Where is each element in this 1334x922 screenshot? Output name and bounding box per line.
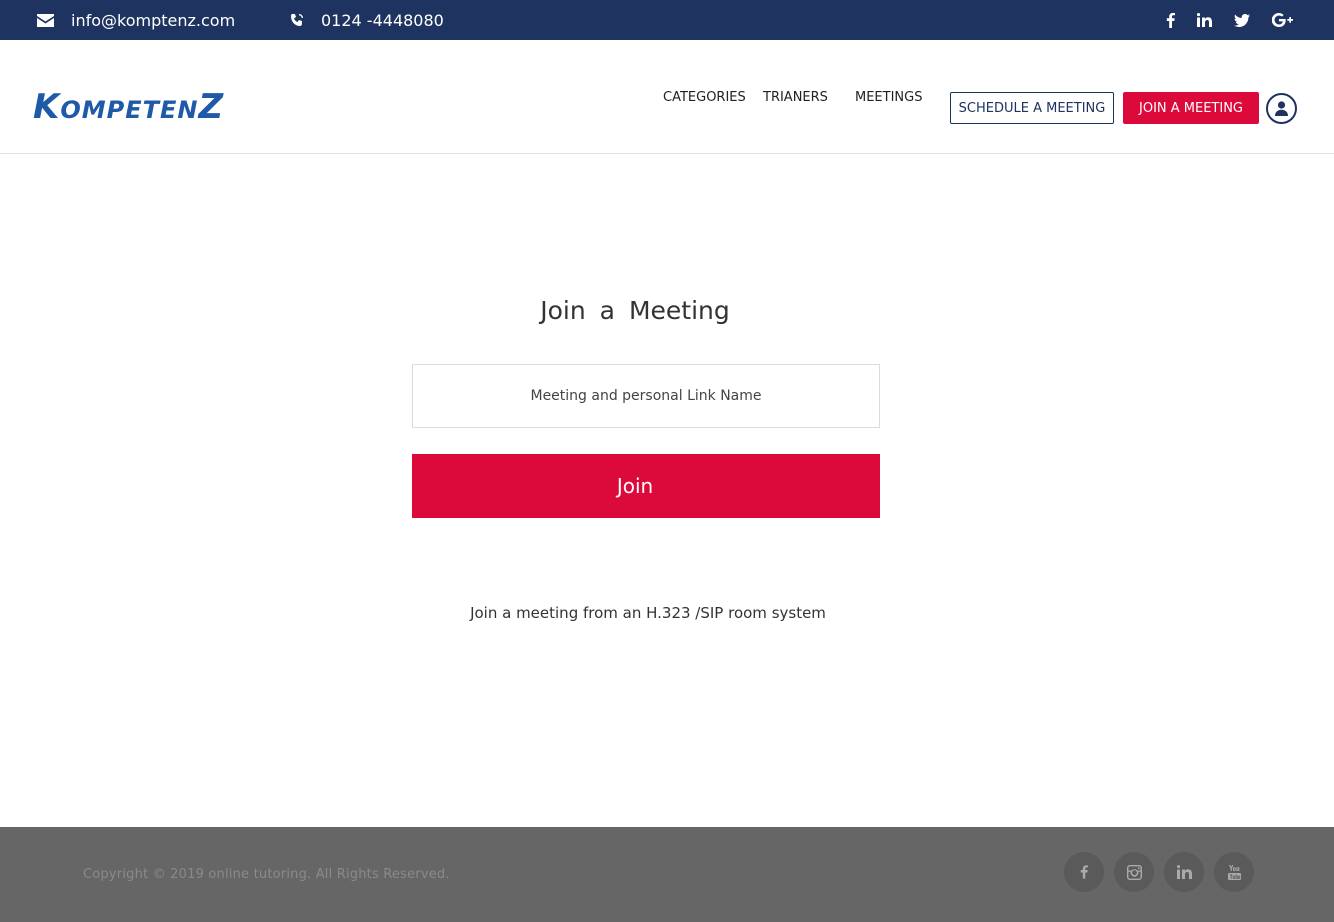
email-contact[interactable]: info@komptenz.com — [37, 0, 235, 40]
join-button[interactable]: Join — [412, 454, 880, 518]
top-social-links — [1144, 0, 1294, 40]
footer: Copyright © 2019 online tutoring. All Ri… — [0, 827, 1334, 922]
page-title: Join a Meeting — [540, 296, 730, 325]
footer-facebook-icon[interactable] — [1064, 852, 1104, 892]
join-meeting-button[interactable]: JOIN A MEETING — [1123, 92, 1259, 124]
kompetenz-logo[interactable]: KOMPETENZ — [33, 87, 239, 127]
email-text: info@komptenz.com — [71, 10, 236, 30]
footer-youtube-icon[interactable] — [1214, 852, 1254, 892]
nav-categories[interactable]: CATEGORIES — [663, 90, 746, 105]
phone-contact[interactable]: 0124 -4448080 — [290, 0, 444, 40]
google-plus-icon[interactable] — [1272, 13, 1294, 27]
main-header: KOMPETENZ CATEGORIES TRIANERS MEETINGS S… — [0, 40, 1334, 154]
schedule-meeting-button[interactable]: SCHEDULE A MEETING — [950, 92, 1114, 124]
footer-linkedin-icon[interactable] — [1164, 852, 1204, 892]
copyright-text: Copyright © 2019 online tutoring. All Ri… — [83, 867, 450, 882]
twitter-icon[interactable] — [1234, 13, 1250, 27]
envelope-icon — [37, 13, 54, 27]
room-system-link[interactable]: Join a meeting from an H.323 /SIP room s… — [0, 604, 1296, 622]
nav-trainers[interactable]: TRIANERS — [763, 90, 828, 105]
linkedin-icon[interactable] — [1197, 13, 1212, 27]
top-bar: info@komptenz.com 0124 -4448080 — [0, 0, 1334, 40]
nav-meetings[interactable]: MEETINGS — [855, 90, 922, 105]
phone-icon — [291, 14, 303, 26]
footer-instagram-icon[interactable] — [1114, 852, 1154, 892]
meeting-link-input[interactable] — [412, 364, 880, 428]
svg-text:KOMPETENZ: KOMPETENZ — [33, 90, 224, 120]
logo-wordmark: KOMPETENZ — [33, 87, 224, 127]
phone-text: 0124 -4448080 — [321, 10, 444, 30]
join-button-label: Join — [616, 474, 654, 498]
facebook-icon[interactable] — [1166, 12, 1175, 28]
user-circle-icon[interactable] — [1266, 93, 1297, 124]
